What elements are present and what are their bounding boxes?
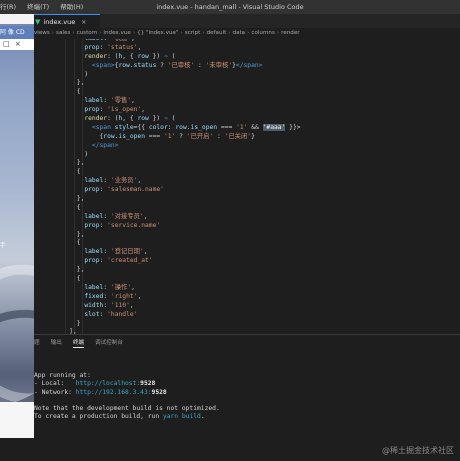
panel-tab[interactable]: 题 — [34, 340, 40, 346]
code-line: ) — [54, 150, 89, 158]
terminal-line: - Local: http://localhost:9528 — [34, 380, 156, 388]
code-line: </span> — [91, 141, 119, 149]
close-icon[interactable]: × — [15, 40, 21, 48]
code-content[interactable]: label: '状态', prop: 'status', render: (h,… — [54, 39, 454, 334]
code-line: label: '操作', — [84, 283, 135, 291]
code-line: }, — [54, 79, 85, 87]
breadcrumb: views › sales › custom › index.vue ›{} "index.v… — [34, 28, 460, 39]
code-line: prop: 'status', — [84, 43, 142, 51]
window-top-strip — [0, 14, 34, 24]
code-line: fixed: 'right', — [84, 292, 142, 300]
breadcrumb-separator: › — [72, 30, 75, 36]
breadcrumb-item[interactable]: sales — [56, 30, 70, 36]
breadcrumb-separator: › — [180, 30, 183, 36]
panel-tab[interactable]: 终端 — [72, 340, 85, 348]
tab-label: index.vue — [43, 18, 76, 26]
window-title: index.vue - handan_mall - Visual Studio … — [156, 3, 304, 11]
terminal-output[interactable]: App running at: - Local: http://localhost… — [34, 372, 454, 422]
code-line: { — [54, 275, 81, 283]
breadcrumb-separator: › — [228, 30, 231, 36]
window-title-strip: 阿 像 CD — [0, 26, 34, 39]
code-line: label: '业务员', — [84, 177, 142, 185]
code-editor[interactable]: label: '状态', prop: 'status', render: (h,… — [34, 39, 460, 334]
breadcrumb-item[interactable]: default — [207, 30, 227, 36]
code-line: <span>{row.status ? '已审核' : '未审核'}</span… — [91, 61, 263, 69]
code-line: { — [54, 203, 81, 211]
breadcrumb-item[interactable]: script — [185, 30, 201, 36]
panel-tab[interactable]: 输出 — [51, 340, 62, 346]
breadcrumb-separator: › — [132, 30, 136, 36]
breadcrumb-separator: › — [51, 30, 55, 36]
breadcrumb-item[interactable]: data — [233, 30, 246, 36]
breadcrumb-item[interactable]: columns — [251, 30, 275, 36]
code-line: prop: 'is_open', — [84, 106, 146, 114]
breadcrumb-separator: › — [99, 30, 102, 36]
code-line: }, — [54, 266, 85, 274]
code-line: label: '对接专员', — [84, 212, 148, 220]
code-line: prop: 'service.name' — [84, 221, 161, 229]
panel-tabs: 题 输出 终端 调试控制台 — [34, 338, 134, 348]
code-line: { — [54, 88, 81, 96]
breadcrumb-item[interactable]: custom — [77, 30, 98, 36]
close-tab-icon[interactable]: × — [81, 19, 86, 26]
breadcrumb-item[interactable]: render — [281, 30, 299, 36]
editor-tab-strip: ▼ index.vue × — [34, 14, 460, 28]
code-line: slot: 'handle' — [84, 310, 138, 318]
breadcrumb-item[interactable]: index.vue — [103, 30, 130, 36]
background-window[interactable]: 阿 像 CD □ × 手 — [0, 14, 34, 438]
code-line: label: '登记日期', — [84, 248, 148, 256]
code-line: label: '零售', — [84, 97, 135, 105]
window-side-text: 手 — [0, 243, 6, 249]
code-line: { — [54, 168, 81, 176]
panel-tab[interactable]: 调试控制台 — [95, 340, 123, 346]
code-line: }, — [54, 159, 85, 167]
code-line: }, — [54, 230, 85, 238]
watermark: @稀土掘金技术社区 — [382, 446, 454, 455]
bottom-panel: 题 输出 终端 调试控制台 App running at: - Local: http:… — [0, 334, 460, 461]
code-line: render: (h, { row }) ⇒ ( — [84, 115, 176, 123]
terminal-line: Note that the development build is not o… — [34, 405, 220, 413]
editor-gutter — [34, 39, 54, 334]
vue-file-icon: ▼ — [35, 18, 41, 26]
maximize-icon[interactable]: □ — [3, 40, 10, 48]
terminal-line: To create a production build, run yarn b… — [34, 413, 205, 421]
code-line: prop: 'salesman.name' — [84, 186, 164, 194]
tab-index-vue[interactable]: ▼ index.vue × — [34, 14, 100, 28]
breadcrumb-item[interactable]: {} "index.vue" — [137, 30, 178, 36]
code-line: } — [54, 319, 81, 327]
breadcrumb-item[interactable]: views — [34, 30, 50, 36]
breadcrumb-separator: › — [202, 30, 205, 36]
code-line: }, — [54, 195, 85, 203]
code-line: {row.is_open === '1' ? '已开启' : '已关闭'} — [54, 132, 255, 140]
code-line: <span style={{ color: row.is_open === '1… — [91, 123, 301, 131]
breadcrumb-separator: › — [247, 30, 250, 36]
breadcrumb-separator: › — [276, 30, 280, 36]
title-bar: 行(R) 终端(T) 帮助(H) index.vue - handan_mall… — [0, 0, 460, 14]
code-line: ) — [54, 70, 89, 78]
terminal-line: - Network: http://192.168.3.43:9528 — [34, 388, 167, 396]
code-line: render: (h, { row }) ⇒ ( — [84, 52, 176, 60]
window-controls: □ × — [0, 39, 34, 50]
code-line: width: '110', — [84, 301, 134, 309]
code-line: prop: 'created_at' — [84, 257, 153, 265]
window-bottom-panel — [0, 402, 34, 438]
terminal-line: App running at: — [34, 372, 91, 379]
